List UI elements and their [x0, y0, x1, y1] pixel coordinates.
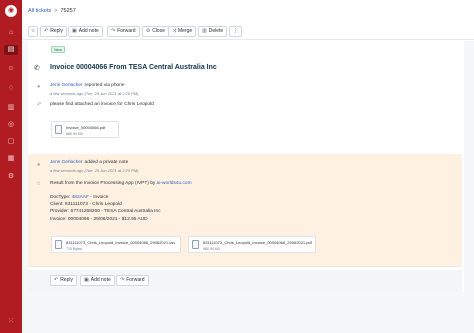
reply-icon: ↶	[44, 28, 49, 34]
reply-icon: ↶	[37, 102, 42, 108]
merge-label: Merge	[178, 28, 193, 34]
apps-icon[interactable]: ⁙	[4, 317, 18, 327]
attachment-size: 880.94 KB	[66, 132, 83, 136]
attachment-size: 880.94 KB	[203, 247, 220, 251]
star-button[interactable]: ☆	[28, 26, 39, 37]
message-body: please find attached an invoice for Chri…	[50, 102, 154, 107]
all-tickets-link[interactable]: All tickets	[28, 8, 51, 14]
forward-label: Forward	[126, 277, 145, 283]
forward-button[interactable]: ↷ Forward	[116, 275, 149, 286]
book-icon[interactable]: ▥	[4, 103, 18, 113]
note-body-intro: Result from the Invoice Processing App (…	[50, 180, 192, 187]
provider-line: Provider: 67741268260 - TESA Central Aus…	[50, 209, 161, 215]
message-author-line: Jens Gerlacher added a private note	[50, 160, 128, 165]
invoice-line: Invoice: 00004066 - 29/06/2021 - $12.95 …	[50, 216, 148, 222]
note-intro-text: Result from the Invoice Processing App (…	[50, 181, 156, 186]
reply-bar: ↶ Reply ▣ Add note ↷ Forward	[28, 270, 462, 292]
attachment-name: 831111073_Chris_Leopold_Invoice_00004066…	[203, 240, 312, 245]
status-badge: New	[51, 46, 66, 53]
reply-icon: ↶	[54, 277, 59, 283]
reply-label: Reply	[50, 28, 63, 34]
file-icon	[55, 240, 62, 249]
author-link[interactable]: Jens Gerlacher	[50, 160, 83, 165]
reports-icon[interactable]: ▦	[4, 154, 18, 164]
attachment-card[interactable]: 831111073_Chris_Leopold_Invoice_00004066…	[188, 236, 316, 253]
header: All tickets >75257	[22, 0, 474, 22]
delete-label: Delete	[208, 28, 224, 34]
contacts-icon[interactable]: ☺	[4, 64, 18, 74]
reply-label: Reply	[60, 277, 73, 283]
settings-icon[interactable]: ⚙	[4, 172, 18, 182]
attachment-name: 831111073_Chris_Leopold_Invoice_00004066…	[66, 240, 176, 245]
globe-icon[interactable]: ◎	[4, 120, 18, 130]
phone-icon: ✆	[34, 65, 40, 72]
reply-button[interactable]: ↶ Reply	[40, 26, 67, 37]
ticket-id: 75257	[60, 8, 76, 14]
merge-button[interactable]: ⤨ Merge	[168, 26, 197, 37]
author-action: added a private note	[84, 160, 129, 165]
file-icon	[55, 125, 62, 134]
add-note-label: Add note	[78, 28, 99, 34]
message-timestamp: a few seconds ago (Tue, 29 Jun 2021 at 2…	[50, 91, 139, 96]
more-button[interactable]: ⋮	[229, 26, 242, 37]
person-icon: ●	[37, 84, 41, 90]
note-icon: ▣	[84, 277, 89, 283]
author-action: reported via phone	[84, 83, 125, 88]
close-label: Close	[152, 28, 165, 34]
close-icon: ⊘	[146, 28, 151, 34]
doctype-link[interactable]: 482AAF	[72, 195, 89, 200]
private-note-icon: ☆	[36, 181, 41, 187]
star-icon: ☆	[31, 28, 36, 34]
add-note-button[interactable]: ▣ Add note	[80, 275, 115, 286]
divider	[28, 266, 462, 267]
ticket-toolbar: ☆ ↶ Reply ▣ Add note ↷ Forward ⊘ Close ⤨ Merg…	[22, 24, 474, 40]
close-button[interactable]: ⊘ Close	[142, 26, 169, 37]
author-link[interactable]: Jens Gerlacher	[50, 83, 83, 88]
doctype-line: DocType: 482AAF - Invoice	[50, 194, 161, 201]
vendor-link[interactable]: ai-worlds4u.com	[157, 181, 192, 186]
attachment-card[interactable]: 831111073_Chris_Leopold_Invoice_00004066…	[51, 236, 181, 253]
breadcrumb-separator: >	[54, 8, 58, 14]
attachment-card[interactable]: Invoice_00004066.pdf 880.94 KB	[51, 121, 119, 138]
alerts-icon[interactable]: ♢	[4, 84, 18, 94]
message-author-line: Jens Gerlacher reported via phone	[50, 83, 125, 88]
add-note-label: Add note	[90, 277, 111, 283]
reply-button[interactable]: ↶ Reply	[50, 275, 77, 286]
forward-icon: ↷	[120, 277, 125, 283]
message-timestamp: a few seconds ago (Tue, 29 Jun 2021 at 2…	[50, 168, 139, 173]
note-details: DocType: 482AAF - Invoice Client: 831111…	[50, 194, 161, 223]
forward-label: Forward	[117, 28, 136, 34]
note-icon: ▣	[72, 28, 77, 34]
breadcrumb: All tickets >75257	[28, 8, 76, 14]
home-icon[interactable]: ⌂	[4, 28, 18, 38]
trash-icon: ▥	[202, 28, 207, 34]
tickets-icon[interactable]: ▤	[4, 45, 18, 55]
chat-icon[interactable]: ▢	[4, 137, 18, 147]
add-note-button[interactable]: ▣ Add note	[68, 26, 103, 37]
merge-icon: ⤨	[172, 28, 177, 34]
app-logo[interactable]: ◉	[5, 5, 17, 17]
doctype-label: DocType:	[50, 195, 71, 200]
forward-icon: ↷	[111, 28, 116, 34]
sidebar: ◉ ⌂ ▤ ☺ ♢ ▥ ◎ ▢ ▦ ⚙ ⁙	[0, 0, 22, 333]
attachment-name: Invoice_00004066.pdf	[66, 125, 106, 130]
doctype-suffix: - Invoice	[90, 195, 109, 200]
file-icon	[192, 240, 199, 249]
attachment-size: 710 Bytes	[66, 247, 82, 251]
forward-button[interactable]: ↷ Forward	[107, 26, 140, 37]
client-line: Client: 831111073 - Chris Leopold	[50, 202, 122, 208]
ticket-subject: Invoice 00004066 From TESA Central Austr…	[50, 64, 217, 71]
person-icon: ●	[37, 162, 41, 168]
delete-button[interactable]: ▥ Delete	[198, 26, 228, 37]
